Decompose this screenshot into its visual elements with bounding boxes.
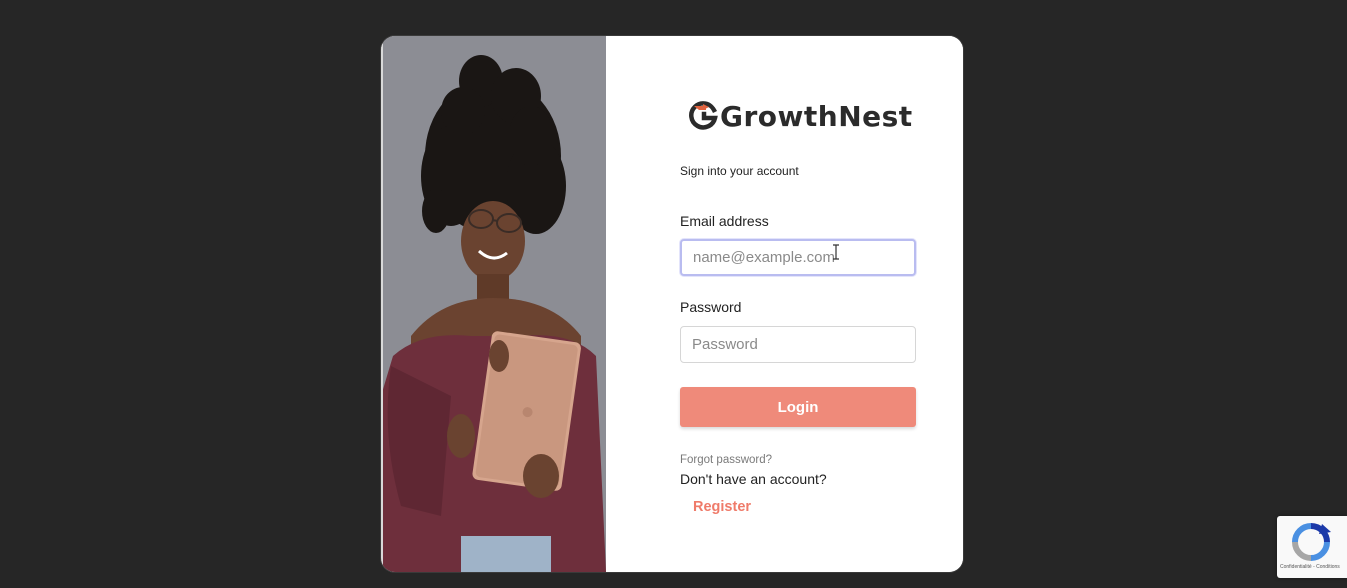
email-label: Email address [680, 213, 769, 229]
growthnest-logo-icon [689, 101, 718, 130]
recaptcha-footer[interactable]: Confidentialité - Conditions [1280, 564, 1346, 570]
signin-subtitle: Sign into your account [680, 164, 799, 178]
page: GrowthNest Sign into your account Email … [0, 0, 1347, 588]
login-button[interactable]: Login [680, 387, 916, 427]
recaptcha-icon [1292, 523, 1331, 561]
brand-name: GrowthNest [720, 99, 913, 133]
email-field[interactable] [680, 239, 916, 276]
password-label: Password [680, 299, 742, 315]
recaptcha-badge[interactable]: Confidentialité - Conditions [1277, 516, 1347, 578]
password-field[interactable] [680, 326, 916, 363]
woman-with-tablet-image [381, 36, 606, 572]
brand-logo: GrowthNest [688, 96, 913, 136]
login-form: GrowthNest Sign into your account Email … [606, 36, 963, 572]
text-cursor-icon [833, 244, 839, 260]
forgot-password-link[interactable]: Forgot password? [680, 454, 772, 466]
hero-photo [381, 36, 606, 572]
no-account-text: Don't have an account? [680, 471, 827, 487]
login-card: GrowthNest Sign into your account Email … [381, 36, 963, 572]
register-link[interactable]: Register [693, 499, 751, 515]
